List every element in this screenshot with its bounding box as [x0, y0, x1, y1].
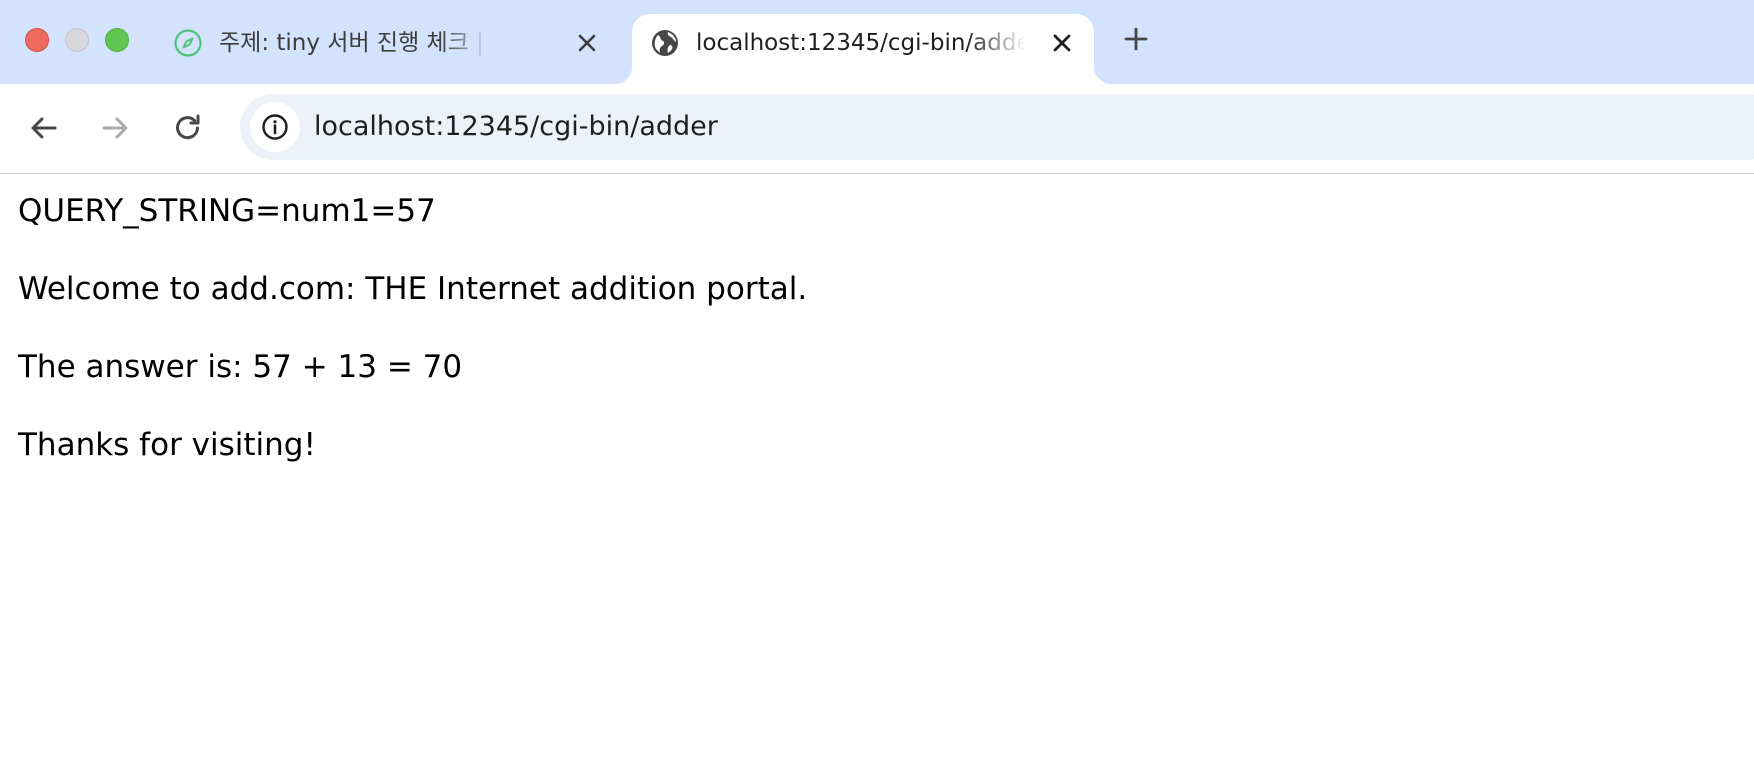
compass-icon — [173, 28, 203, 58]
globe-icon — [650, 28, 680, 58]
forward-arrow-icon[interactable] — [95, 108, 135, 148]
reload-icon[interactable] — [168, 108, 208, 148]
welcome-text: Welcome to add.com: THE Internet additio… — [18, 271, 808, 307]
tab-title: localhost:12345/cgi-bin/adder — [696, 30, 1026, 56]
thanks-text: Thanks for visiting! — [18, 427, 316, 463]
url-text[interactable]: localhost:12345/cgi-bin/adder — [314, 109, 718, 145]
tab-title: 주제: tiny 서버 진행 체크 | [WEEK — [219, 30, 489, 56]
window-maximize-button[interactable] — [105, 28, 129, 52]
back-arrow-icon[interactable] — [24, 108, 64, 148]
new-tab-plus-icon[interactable] — [1121, 24, 1151, 54]
answer-text: The answer is: 57 + 13 = 70 — [18, 349, 463, 385]
close-icon[interactable] — [573, 29, 601, 57]
window-close-button[interactable] — [25, 28, 49, 52]
tab-active[interactable]: localhost:12345/cgi-bin/adder — [614, 14, 1112, 84]
query-string-text: QUERY_STRING=num1=57 — [18, 193, 436, 229]
close-icon[interactable] — [1048, 29, 1076, 57]
info-icon — [262, 114, 288, 140]
toolbar: localhost:12345/cgi-bin/adder — [0, 84, 1754, 174]
tab-strip: 주제: tiny 서버 진행 체크 | [WEEK localhost:1234… — [0, 0, 1754, 84]
address-bar[interactable]: localhost:12345/cgi-bin/adder — [240, 94, 1754, 160]
site-info-button[interactable] — [250, 102, 300, 152]
window-minimize-button[interactable] — [65, 28, 89, 52]
page-content: QUERY_STRING=num1=57 Welcome to add.com:… — [0, 175, 1754, 774]
tab-inactive[interactable]: 주제: tiny 서버 진행 체크 | [WEEK — [155, 14, 615, 84]
